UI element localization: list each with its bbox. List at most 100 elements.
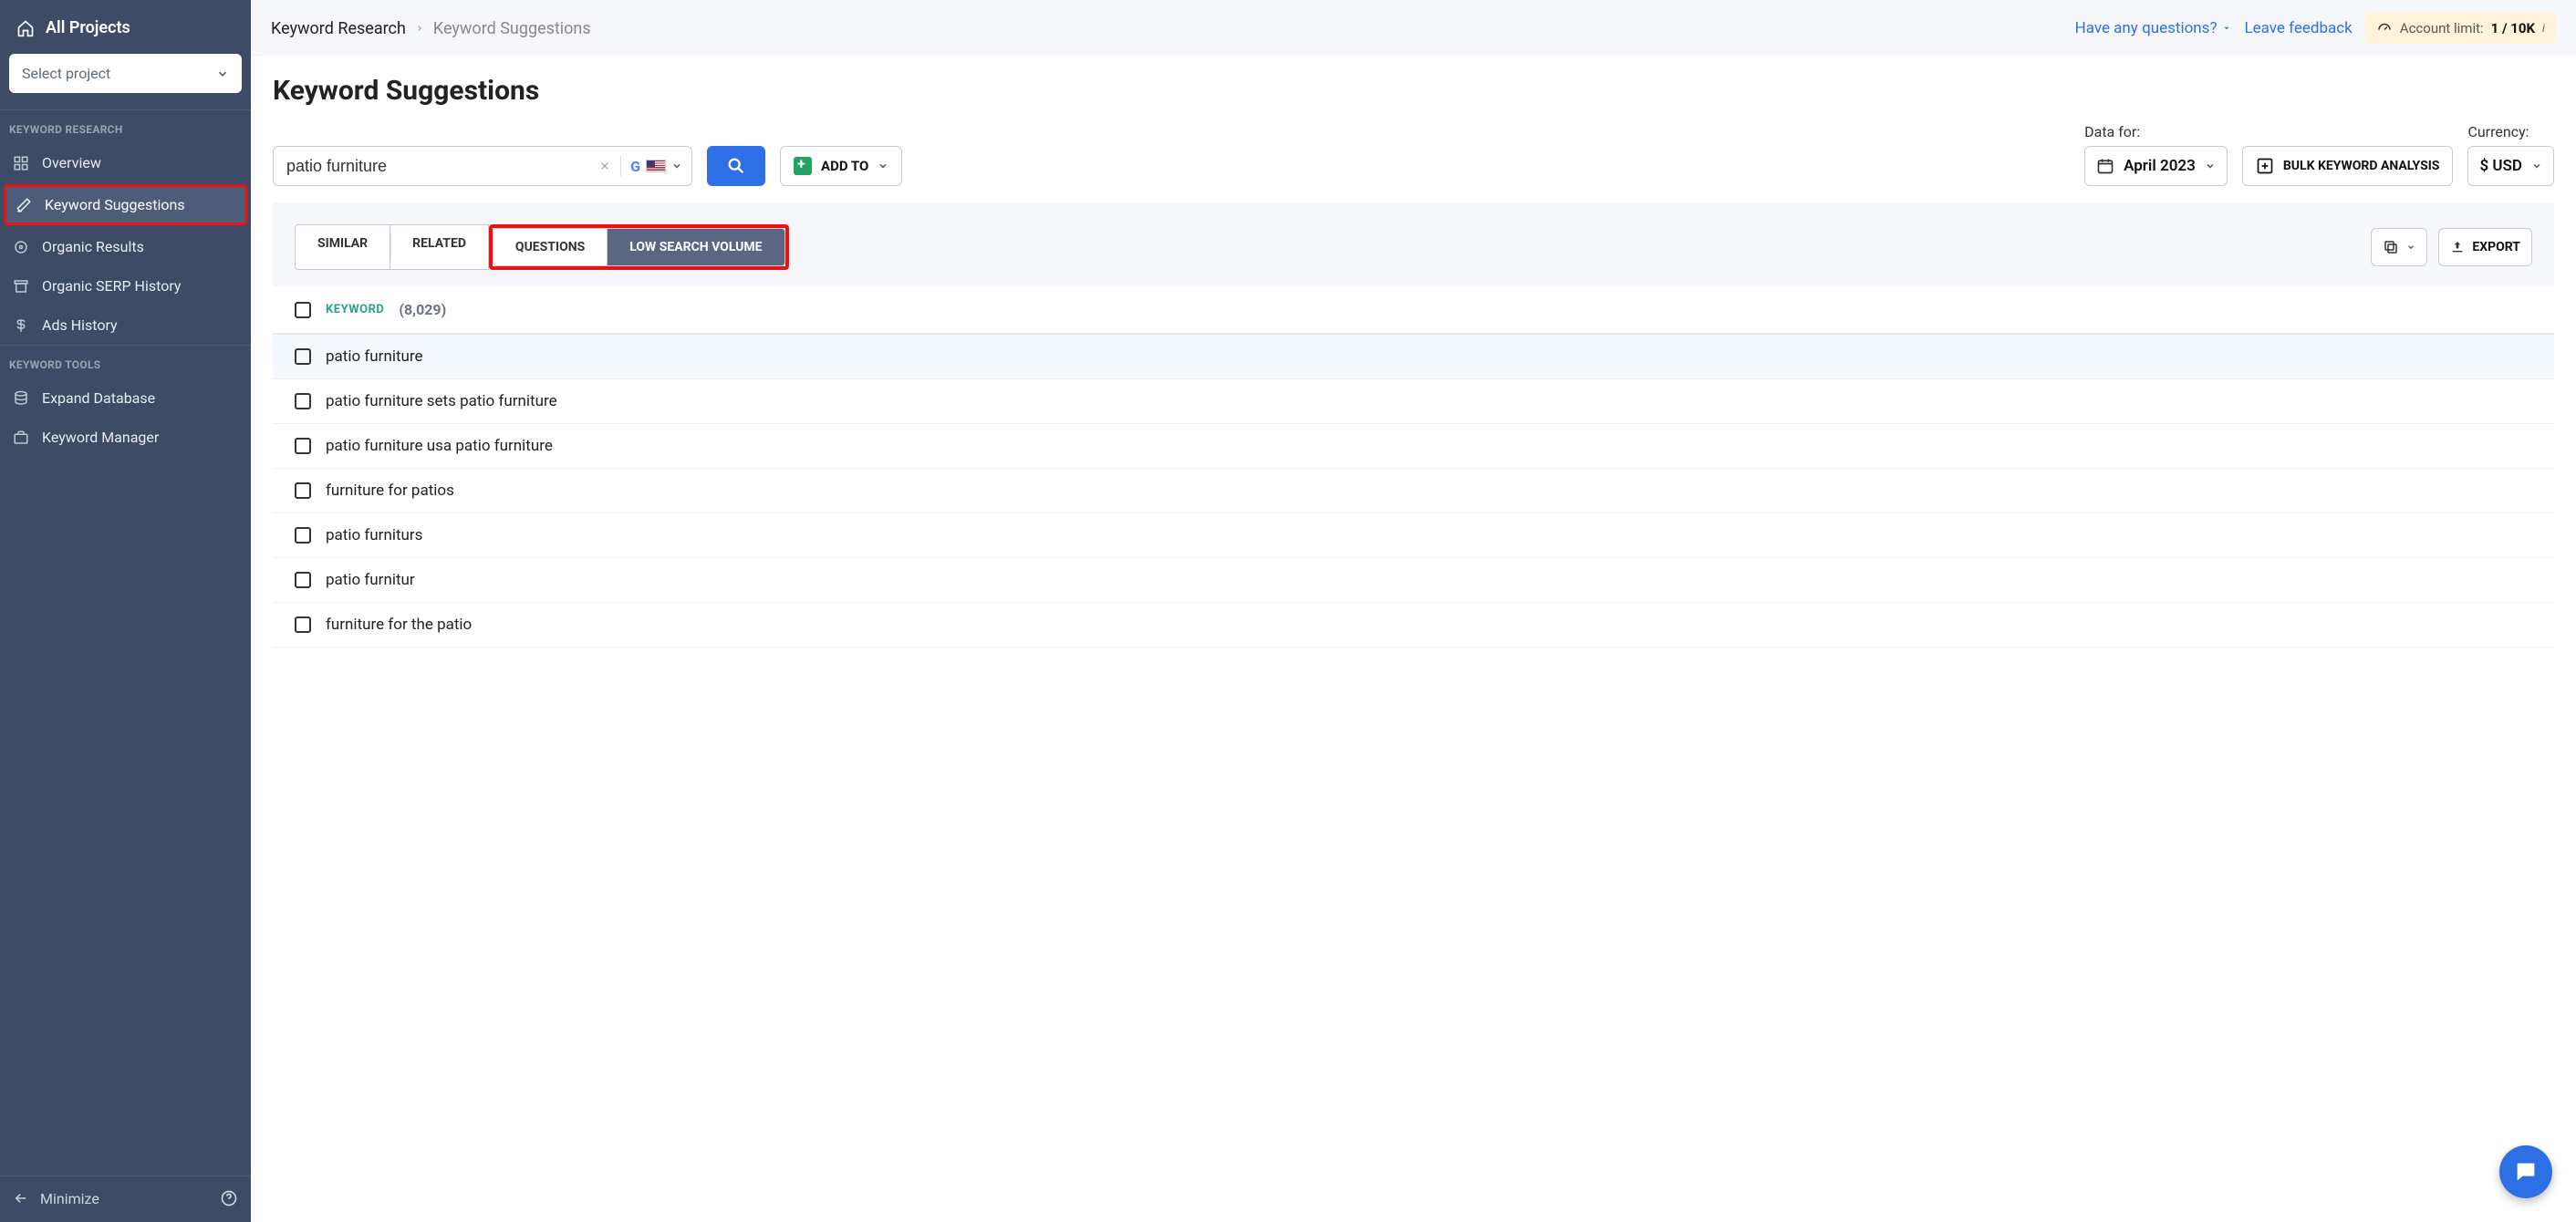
account-limit-label: Account limit:: [2400, 20, 2484, 36]
upload-icon: [2450, 240, 2465, 254]
toolbar: G ADD TO Data for:: [273, 123, 2554, 186]
main-content: Keyword Research Keyword Suggestions Hav…: [251, 0, 2576, 1222]
search-button[interactable]: [707, 146, 765, 186]
table-row[interactable]: patio furniture usa patio furniture: [273, 424, 2554, 469]
table-row[interactable]: patio furniture sets patio furniture: [273, 379, 2554, 424]
nav-label: Keyword Manager: [42, 429, 159, 446]
data-for-group: Data for: April 2023: [2084, 123, 2228, 186]
breadcrumb: Keyword Research Keyword Suggestions: [271, 19, 591, 38]
row-checkbox[interactable]: [295, 438, 311, 454]
gauge-icon: [2376, 20, 2393, 36]
search-engine-selector[interactable]: G: [630, 158, 682, 175]
breadcrumb-root[interactable]: Keyword Research: [271, 19, 406, 38]
account-limit-badge: Account limit: 1 / 10K i: [2365, 13, 2556, 44]
keyword-cell: patio furniturs: [326, 526, 422, 544]
grid-icon: [13, 155, 29, 171]
home-icon: [16, 19, 35, 37]
project-select-placeholder: Select project: [22, 65, 110, 82]
chat-fab[interactable]: [2499, 1145, 2552, 1198]
row-checkbox[interactable]: [295, 482, 311, 499]
section-label-research: KEYWORD RESEARCH: [0, 109, 251, 143]
nav-item-organic-results[interactable]: Organic Results: [0, 227, 251, 266]
nav-label: Organic Results: [42, 238, 144, 255]
keyword-input[interactable]: [286, 157, 589, 176]
bulk-group: BULK KEYWORD ANALYSIS: [2242, 123, 2454, 186]
nav-item-expand-database[interactable]: Expand Database: [0, 378, 251, 418]
keyword-cell: patio furniture sets patio furniture: [326, 392, 557, 410]
all-projects-label: All Projects: [46, 18, 130, 37]
clear-icon[interactable]: [598, 160, 611, 172]
tabs-highlight-box: QUESTIONSLOW SEARCH VOLUME: [489, 224, 789, 270]
minimize-button[interactable]: Minimize: [13, 1190, 99, 1207]
breadcrumb-current: Keyword Suggestions: [433, 19, 591, 38]
nav-item-serp-history[interactable]: Organic SERP History: [0, 266, 251, 306]
data-for-dropdown[interactable]: April 2023: [2084, 146, 2228, 186]
nav-item-overview[interactable]: Overview: [0, 143, 251, 182]
add-block-icon: [2256, 157, 2274, 175]
nav-item-keyword-manager[interactable]: Keyword Manager: [0, 418, 251, 457]
tab-similar[interactable]: SIMILAR: [295, 224, 390, 270]
nav-label: Organic SERP History: [42, 277, 181, 295]
table-header: KEYWORD (8,029): [273, 286, 2554, 335]
table-row[interactable]: patio furniturs: [273, 513, 2554, 558]
keyword-count: (8,029): [399, 301, 446, 318]
all-projects-link[interactable]: All Projects: [0, 0, 251, 50]
keyword-cell: patio furniture: [326, 347, 423, 366]
sidebar: All Projects Select project KEYWORD RESE…: [0, 0, 251, 1222]
bulk-analysis-button[interactable]: BULK KEYWORD ANALYSIS: [2242, 146, 2454, 186]
row-checkbox[interactable]: [295, 527, 311, 544]
tabs: SIMILARRELATEDQUESTIONSLOW SEARCH VOLUME: [295, 224, 789, 270]
table-row[interactable]: furniture for the patio: [273, 603, 2554, 647]
keyword-cell: furniture for patios: [326, 482, 454, 500]
calendar-icon: [2096, 157, 2114, 175]
briefcase-icon: [13, 430, 29, 446]
data-for-value: April 2023: [2124, 157, 2196, 175]
row-checkbox[interactable]: [295, 572, 311, 588]
nav-label: Overview: [42, 154, 101, 171]
tab-low-search-volume[interactable]: LOW SEARCH VOLUME: [608, 228, 784, 266]
nav-item-keyword-suggestions[interactable]: Keyword Suggestions: [4, 184, 247, 225]
questions-dropdown[interactable]: Have any questions?: [2075, 19, 2232, 37]
currency-value: $ USD: [2479, 157, 2522, 175]
flag-us-icon: [646, 160, 666, 172]
section-label-tools: KEYWORD TOOLS: [0, 345, 251, 378]
column-keyword-label[interactable]: KEYWORD: [326, 303, 384, 316]
feedback-label: Leave feedback: [2244, 19, 2352, 37]
nav-item-ads-history[interactable]: Ads History: [0, 306, 251, 345]
nav-label: Ads History: [42, 316, 118, 334]
keyword-cell: patio furnitur: [326, 571, 415, 589]
data-for-label: Data for:: [2084, 123, 2228, 140]
select-all-checkbox[interactable]: [295, 302, 311, 318]
row-checkbox[interactable]: [295, 393, 311, 409]
table-row[interactable]: furniture for patios: [273, 469, 2554, 513]
export-button[interactable]: EXPORT: [2438, 228, 2532, 266]
page-title: Keyword Suggestions: [273, 75, 2554, 107]
archive-icon: [13, 278, 29, 295]
target-icon: [13, 239, 29, 255]
table-row[interactable]: patio furniture: [273, 335, 2554, 379]
chevron-down-icon: [216, 67, 229, 80]
database-icon: [13, 390, 29, 407]
add-to-button[interactable]: ADD TO: [780, 146, 902, 186]
row-checkbox[interactable]: [295, 348, 311, 365]
tab-related[interactable]: RELATED: [390, 224, 489, 270]
google-icon: G: [630, 158, 640, 175]
copy-dropdown-button[interactable]: [2371, 228, 2427, 266]
tab-questions[interactable]: QUESTIONS: [493, 228, 608, 266]
keyword-input-wrapper: G: [273, 146, 692, 186]
currency-group: Currency: $ USD: [2467, 123, 2554, 186]
info-superscript: i: [2542, 22, 2545, 36]
pencil-icon: [16, 197, 32, 213]
table-row[interactable]: patio furnitur: [273, 558, 2554, 603]
help-icon[interactable]: [220, 1189, 238, 1207]
copy-icon: [2383, 239, 2399, 255]
feedback-link[interactable]: Leave feedback: [2244, 19, 2352, 37]
keyword-cell: patio furniture usa patio furniture: [326, 437, 553, 455]
nav-label: Keyword Suggestions: [45, 196, 185, 213]
keyword-cell: furniture for the patio: [326, 616, 472, 634]
row-checkbox[interactable]: [295, 616, 311, 633]
project-select-dropdown[interactable]: Select project: [9, 54, 242, 93]
currency-dropdown[interactable]: $ USD: [2467, 146, 2554, 186]
questions-label: Have any questions?: [2075, 19, 2218, 37]
export-label: EXPORT: [2472, 240, 2520, 254]
